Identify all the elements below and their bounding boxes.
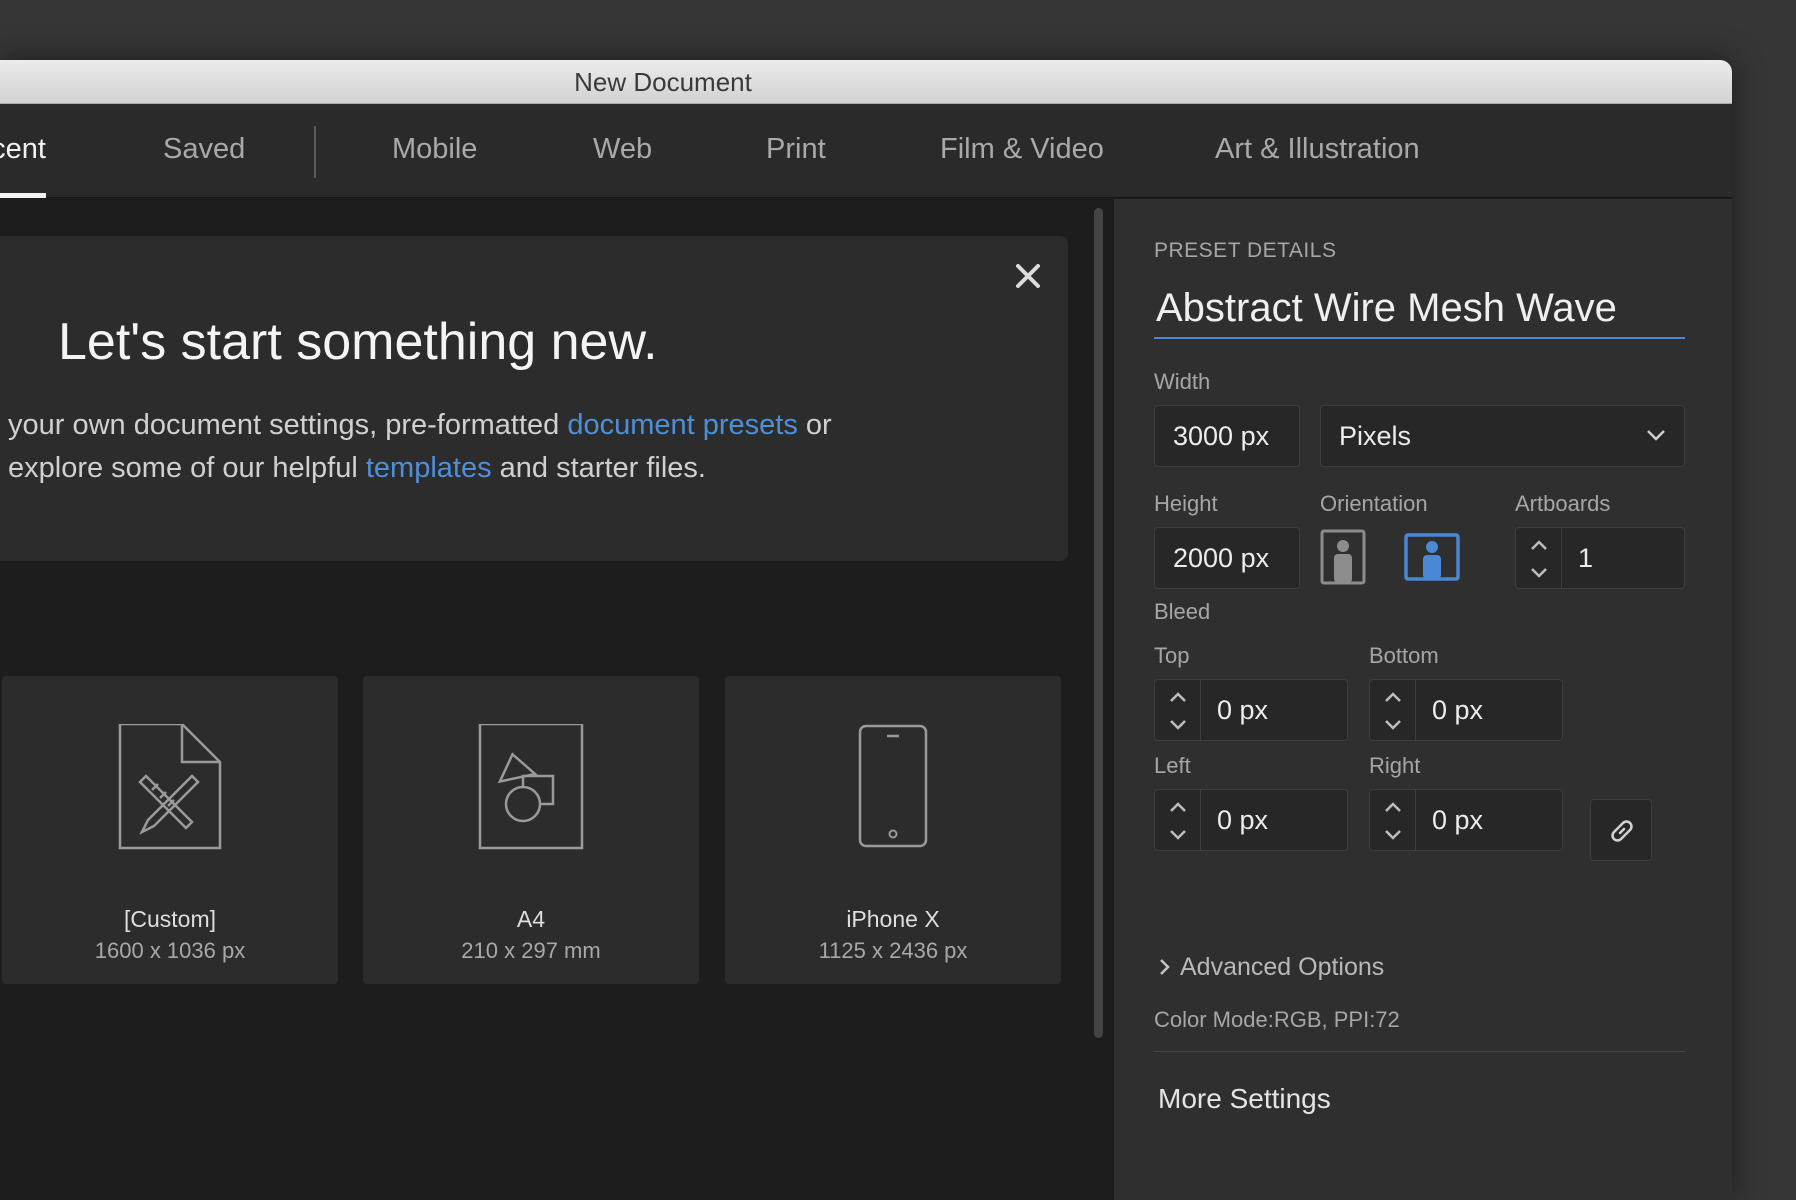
chevron-down-icon (1170, 720, 1186, 730)
welcome-text-part: explore some of our helpful (8, 452, 366, 484)
print-document-icon (478, 724, 584, 850)
color-mode-summary: Color Mode:RGB, PPI:72 (1154, 1007, 1400, 1032)
tab-art-illustration[interactable]: Art & Illustration (1215, 104, 1420, 198)
preset-name: [Custom] (123, 906, 217, 932)
chevron-down-icon (1647, 430, 1665, 441)
preset-size: 1125 x 2436 px (818, 938, 968, 963)
new-document-window: New Document Recent Saved Mobile Web Pri… (0, 60, 1732, 1200)
height-input[interactable]: 2000 px (1154, 527, 1300, 589)
link-bleed-values-button[interactable] (1590, 799, 1652, 861)
landscape-orientation-button[interactable] (1404, 533, 1460, 581)
bleed-left-value: 0 px (1217, 805, 1269, 835)
chevron-down-icon (1385, 720, 1401, 730)
bleed-top-label: Top (1154, 643, 1190, 668)
preset-card-iphone-x[interactable]: iPhone X 1125 x 2436 px (725, 676, 1061, 984)
phone-icon (858, 724, 928, 848)
welcome-text-part: or (797, 409, 832, 441)
preset-name: iPhone X (846, 906, 940, 932)
tab-divider (314, 126, 316, 178)
tab-film-video[interactable]: Film & Video (940, 104, 1104, 198)
more-settings-button[interactable]: More Settings (1158, 1083, 1331, 1115)
preset-size: 210 x 297 mm (461, 938, 601, 963)
window-title: New Document (574, 67, 752, 97)
artboards-stepper[interactable]: 1 (1515, 527, 1685, 589)
bleed-bottom-arrows[interactable] (1370, 680, 1416, 740)
close-icon (1016, 264, 1040, 288)
tab-print[interactable]: Print (766, 104, 826, 198)
preset-card-a4[interactable]: A4 210 x 297 mm (363, 676, 699, 984)
tab-web[interactable]: Web (593, 104, 652, 198)
welcome-banner: Let's start something new. your own docu… (0, 236, 1068, 561)
units-select[interactable]: Pixels (1320, 405, 1685, 467)
bleed-top-stepper[interactable]: 0 px (1154, 679, 1348, 741)
preset-details-heading: PRESET DETAILS (1154, 239, 1337, 262)
chevron-up-icon (1170, 692, 1186, 702)
bleed-right-value: 0 px (1432, 805, 1484, 835)
bleed-bottom-value: 0 px (1432, 695, 1484, 725)
preset-category-tabs: Recent Saved Mobile Web Print Film & Vid… (0, 104, 1732, 198)
chevron-right-icon (1160, 959, 1170, 975)
panel-divider (1154, 1051, 1685, 1052)
width-input[interactable]: 3000 px (1154, 405, 1300, 467)
bleed-bottom-label: Bottom (1369, 643, 1439, 668)
portrait-orientation-button[interactable] (1320, 529, 1366, 585)
tab-recent[interactable]: Recent (0, 104, 46, 198)
chevron-up-icon (1531, 540, 1547, 550)
width-label: Width (1154, 369, 1211, 394)
bleed-top-arrows[interactable] (1155, 680, 1201, 740)
bleed-right-arrows[interactable] (1370, 790, 1416, 850)
orientation-label: Orientation (1320, 491, 1428, 516)
preset-size: 1600 x 1036 px (94, 938, 246, 963)
tab-saved[interactable]: Saved (163, 104, 245, 198)
height-label: Height (1154, 491, 1218, 516)
bleed-left-stepper[interactable]: 0 px (1154, 789, 1348, 851)
bleed-left-label: Left (1154, 753, 1191, 778)
portrait-icon (1320, 529, 1366, 585)
preset-name-input[interactable]: Abstract Wire Mesh Wave (1154, 283, 1685, 339)
tab-mobile[interactable]: Mobile (392, 104, 477, 198)
welcome-text-part: and starter files. (491, 452, 706, 484)
templates-link[interactable]: templates (366, 452, 492, 484)
bleed-right-stepper[interactable]: 0 px (1369, 789, 1563, 851)
document-presets-link[interactable]: document presets (567, 409, 798, 441)
preset-name: A4 (516, 906, 546, 932)
link-icon (1611, 820, 1633, 842)
chevron-down-icon (1531, 568, 1547, 578)
custom-document-icon (118, 724, 222, 850)
preset-details-panel: PRESET DETAILS Abstract Wire Mesh Wave W… (1113, 199, 1732, 1200)
units-value: Pixels (1339, 421, 1412, 451)
artboards-label: Artboards (1515, 491, 1611, 516)
artboards-value: 1 (1578, 543, 1594, 573)
bleed-bottom-stepper[interactable]: 0 px (1369, 679, 1563, 741)
artboards-stepper-arrows[interactable] (1516, 528, 1562, 588)
bleed-label: Bleed (1154, 599, 1211, 624)
bleed-right-label: Right (1369, 753, 1421, 778)
presets-scrollbar[interactable] (1094, 208, 1103, 1038)
preset-card-custom[interactable]: [Custom] 1600 x 1036 px (2, 676, 338, 984)
close-banner-button[interactable] (1010, 258, 1046, 294)
welcome-text-part: your own document settings, pre-formatte… (8, 409, 568, 441)
welcome-text: your own document settings, pre-formatte… (8, 404, 908, 490)
bleed-top-value: 0 px (1217, 695, 1269, 725)
landscape-icon (1404, 533, 1460, 581)
chevron-up-icon (1170, 802, 1186, 812)
welcome-heading: Let's start something new. (58, 313, 658, 371)
advanced-options-toggle[interactable]: Advanced Options (1158, 953, 1384, 982)
chevron-down-icon (1385, 830, 1401, 840)
advanced-options-label: Advanced Options (1180, 953, 1385, 981)
bleed-left-arrows[interactable] (1155, 790, 1201, 850)
chevron-up-icon (1385, 692, 1401, 702)
title-bar: New Document (0, 60, 1732, 104)
chevron-down-icon (1170, 830, 1186, 840)
chevron-up-icon (1385, 802, 1401, 812)
